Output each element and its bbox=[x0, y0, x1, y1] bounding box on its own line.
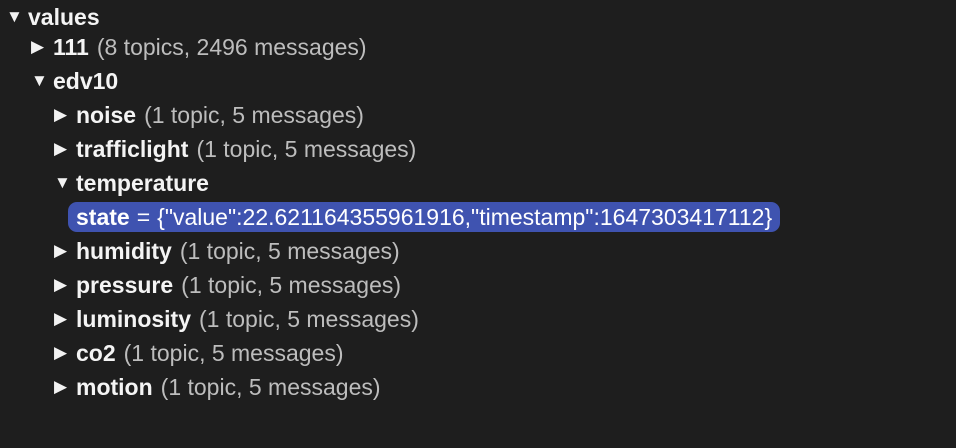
node-summary: (8 topics, 2496 messages) bbox=[96, 34, 367, 60]
node-name: trafficlight bbox=[76, 136, 189, 162]
collapsed-arrow-icon[interactable]: ▶ bbox=[54, 370, 76, 404]
node-summary: (1 topic, 5 messages) bbox=[144, 102, 364, 128]
node-summary: (1 topic, 5 messages) bbox=[160, 374, 381, 400]
collapsed-arrow-icon[interactable]: ▶ bbox=[54, 132, 76, 166]
collapsed-arrow-icon[interactable]: ▶ bbox=[54, 268, 76, 302]
node-summary: (1 topic, 5 messages) bbox=[196, 136, 417, 162]
collapsed-arrow-icon[interactable]: ▶ bbox=[31, 30, 53, 64]
expanded-arrow-icon[interactable]: ▼ bbox=[31, 64, 53, 98]
tree-node-motion[interactable]: ▶ motion (1 topic, 5 messages) bbox=[54, 370, 381, 404]
collapsed-arrow-icon[interactable]: ▶ bbox=[54, 98, 76, 132]
collapsed-arrow-icon[interactable]: ▶ bbox=[54, 302, 76, 336]
node-name: co2 bbox=[76, 340, 116, 366]
node-name: pressure bbox=[76, 272, 174, 298]
node-name: noise bbox=[76, 102, 137, 128]
tree-node-co2[interactable]: ▶ co2 (1 topic, 5 messages) bbox=[54, 336, 344, 370]
node-summary: (1 topic, 5 messages) bbox=[199, 306, 419, 332]
node-name: luminosity bbox=[76, 306, 192, 332]
tree-node-luminosity[interactable]: ▶ luminosity (1 topic, 5 messages) bbox=[54, 302, 419, 336]
tree-node-111[interactable]: ▶ 111 (8 topics, 2496 messages) bbox=[31, 30, 367, 64]
node-name: humidity bbox=[76, 238, 172, 264]
tree-node-temperature[interactable]: ▼ temperature bbox=[54, 166, 209, 200]
node-name: edv10 bbox=[53, 68, 119, 94]
collapsed-arrow-icon[interactable]: ▶ bbox=[54, 234, 76, 268]
tree-leaf-state-selected[interactable]: state = {"value":22.621164355961916,"tim… bbox=[68, 202, 781, 232]
node-summary: (1 topic, 5 messages) bbox=[179, 238, 400, 264]
tree-node-trafficlight[interactable]: ▶ trafficlight (1 topic, 5 messages) bbox=[54, 132, 416, 166]
node-summary: (1 topic, 5 messages) bbox=[123, 340, 344, 366]
expanded-arrow-icon[interactable]: ▼ bbox=[6, 0, 28, 34]
node-name: temperature bbox=[76, 170, 209, 196]
node-name: motion bbox=[76, 374, 153, 400]
leaf-key: state bbox=[76, 204, 130, 230]
node-name: 111 bbox=[53, 34, 89, 60]
tree-node-pressure[interactable]: ▶ pressure (1 topic, 5 messages) bbox=[54, 268, 401, 302]
topic-tree: ▼ values ▶ 111 (8 topics, 2496 messages)… bbox=[0, 0, 956, 448]
node-summary: (1 topic, 5 messages) bbox=[181, 272, 402, 298]
collapsed-arrow-icon[interactable]: ▶ bbox=[54, 336, 76, 370]
equals-sign: = bbox=[136, 204, 151, 230]
expanded-arrow-icon[interactable]: ▼ bbox=[54, 166, 76, 200]
tree-node-humidity[interactable]: ▶ humidity (1 topic, 5 messages) bbox=[54, 234, 400, 268]
tree-node-noise[interactable]: ▶ noise (1 topic, 5 messages) bbox=[54, 98, 364, 132]
node-name: values bbox=[28, 4, 100, 30]
tree-node-values[interactable]: ▼ values bbox=[6, 0, 100, 34]
leaf-value: {"value":22.621164355961916,"timestamp":… bbox=[157, 204, 773, 230]
tree-node-edv10[interactable]: ▼ edv10 bbox=[31, 64, 118, 98]
